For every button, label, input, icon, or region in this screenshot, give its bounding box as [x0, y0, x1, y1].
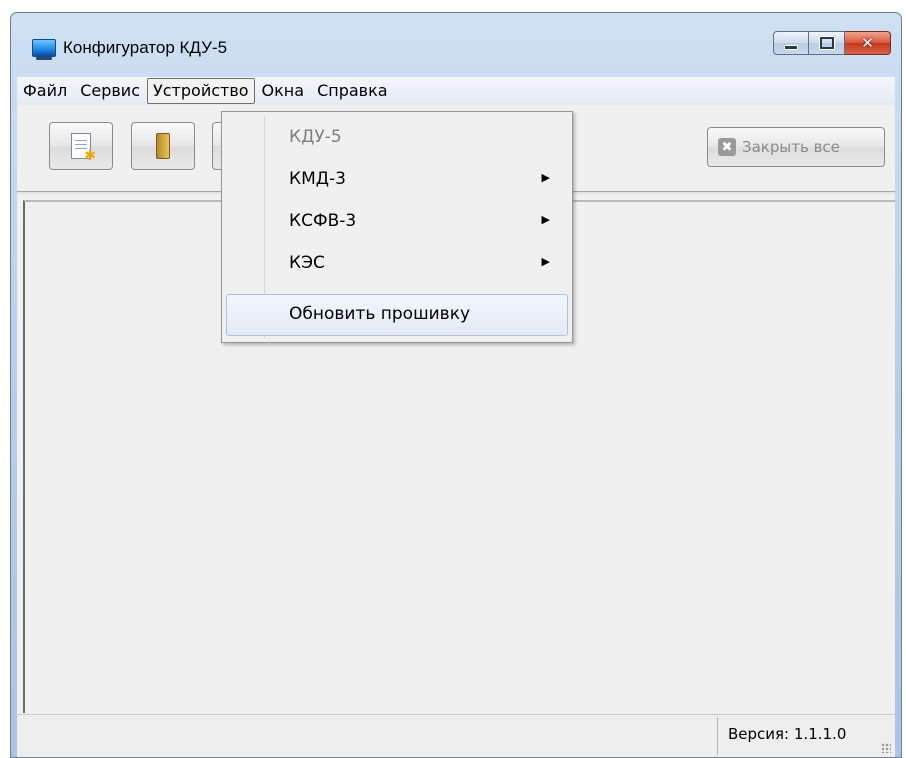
- status-bar: Версия: 1.1.1.0: [17, 714, 895, 757]
- menu-item-ksfv3[interactable]: КСФВ-3 ▶: [226, 202, 568, 242]
- menu-windows[interactable]: Окна: [256, 78, 311, 104]
- submenu-arrow-icon: ▶: [541, 213, 550, 226]
- menu-item-label: КДУ-5: [289, 127, 342, 147]
- new-button[interactable]: [49, 122, 113, 170]
- title-bar[interactable]: Конфигуратор КДУ-5 ✕: [11, 13, 901, 75]
- close-icon: ✕: [861, 34, 874, 52]
- window-controls: ✕: [773, 31, 891, 55]
- device-dropdown-menu: КДУ-5 КМД-3 ▶ КСФВ-3 ▶ КЭС ▶ Обновить пр…: [221, 111, 573, 343]
- menu-service[interactable]: Сервис: [74, 78, 146, 104]
- resize-grip-icon[interactable]: [881, 743, 891, 753]
- app-monitor-icon: [32, 39, 56, 60]
- minimize-button[interactable]: [773, 31, 809, 55]
- menu-item-label: КМД-3: [289, 169, 346, 189]
- menu-item-label: КЭС: [289, 253, 325, 273]
- close-button[interactable]: ✕: [845, 31, 891, 55]
- menu-file[interactable]: Файл: [17, 78, 73, 104]
- menu-item-kmd3[interactable]: КМД-3 ▶: [226, 160, 568, 200]
- menu-device[interactable]: Устройство: [147, 78, 255, 104]
- open-folder-icon: [156, 133, 170, 159]
- menu-item-label: Обновить прошивку: [289, 304, 471, 324]
- close-all-button[interactable]: ✖ Закрыть все: [707, 127, 885, 167]
- new-document-icon: [71, 133, 96, 164]
- minimize-icon: [784, 44, 798, 50]
- status-separator: [717, 717, 718, 755]
- menu-item-kdu5: КДУ-5: [226, 118, 568, 158]
- close-all-icon: ✖: [718, 138, 736, 156]
- open-button[interactable]: [131, 122, 195, 170]
- menu-help[interactable]: Справка: [311, 78, 394, 104]
- maximize-button[interactable]: [809, 31, 845, 55]
- menu-item-label: КСФВ-3: [289, 211, 357, 231]
- window-title: Конфигуратор КДУ-5: [63, 38, 228, 57]
- maximize-icon: [819, 37, 834, 49]
- submenu-arrow-icon: ▶: [541, 255, 550, 268]
- menu-bar: Файл Сервис Устройство Окна Справка: [17, 77, 895, 105]
- submenu-arrow-icon: ▶: [541, 171, 550, 184]
- menu-item-update-firmware[interactable]: Обновить прошивку: [226, 294, 568, 336]
- version-label: Версия: 1.1.1.0: [728, 725, 847, 743]
- close-all-label: Закрыть все: [742, 138, 840, 156]
- menu-item-kes[interactable]: КЭС ▶: [226, 244, 568, 284]
